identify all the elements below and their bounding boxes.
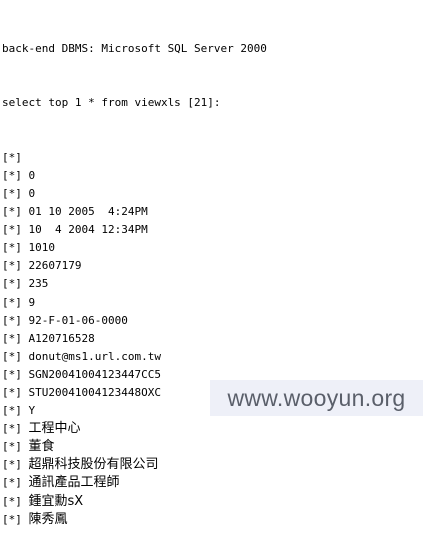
row-prefix: [*] (2, 295, 22, 309)
row-prefix: [*] (2, 331, 22, 345)
row-value: 工程中心 (28, 421, 81, 437)
row-prefix: [*] (2, 168, 22, 182)
row-prefix: [*] (2, 313, 22, 327)
row-prefix: [*] (2, 186, 22, 200)
result-row: [*] 鍾宜勳sX (2, 493, 421, 511)
row-prefix: [*] (2, 440, 22, 454)
row-prefix: [*] (2, 150, 22, 164)
row-value: 1010 (28, 241, 56, 255)
result-row: [*] 董食 (2, 438, 421, 456)
row-value: 22607179 (28, 259, 82, 273)
result-row: [*] 超鼎科技股份有限公司 (2, 456, 421, 474)
row-value: 9 (28, 295, 36, 309)
row-value: 0 (28, 186, 36, 200)
row-value: donut@ms1.url.com.tw (28, 349, 161, 363)
row-value: 陳秀鳳 (28, 511, 68, 527)
row-prefix: [*] (2, 223, 22, 237)
row-prefix: [*] (2, 494, 22, 508)
row-value: 鍾宜勳sX (28, 493, 84, 509)
row-value: A120716528 (28, 331, 95, 345)
row-value: 超鼎科技股份有限公司 (28, 457, 159, 473)
console-output: back-end DBMS: Microsoft SQL Server 2000… (2, 4, 421, 547)
result-row: [*] 0 (2, 185, 421, 203)
result-row: [*] 工程中心 (2, 420, 421, 438)
row-value: 董食 (28, 439, 55, 455)
row-value: Y (28, 404, 36, 418)
row-prefix: [*] (2, 367, 22, 381)
row-prefix: [*] (2, 259, 22, 273)
result-row: [*] 通訊產品工程師 (2, 474, 421, 492)
row-prefix: [*] (2, 422, 22, 436)
row-prefix: [*] (2, 385, 22, 399)
query-line: select top 1 * from viewxls [21]: (2, 96, 221, 110)
result-rows: [*] [*] 0 [*] 0 [*] 01 10 2005 4:24PM [*] 1… (2, 149, 421, 529)
row-value: 10 4 2004 12:34PM (28, 223, 148, 237)
dbms-header-line: back-end DBMS: Microsoft SQL Server 2000 (2, 42, 267, 56)
result-row: [*] 92-F-01-06-0000 (2, 312, 421, 330)
row-prefix: [*] (2, 512, 22, 526)
result-row: [*] 陳秀鳳 (2, 511, 421, 529)
result-row: [*] 10 4 2004 12:34PM (2, 221, 421, 239)
row-value: 01 10 2005 4:24PM (28, 205, 148, 219)
row-prefix: [*] (2, 458, 22, 472)
row-value: 0 (28, 168, 36, 182)
result-row: [*] 01 10 2005 4:24PM (2, 203, 421, 221)
result-row: [*] A120716528 (2, 330, 421, 348)
row-prefix: [*] (2, 476, 22, 490)
result-row: [*] 9 (2, 294, 421, 312)
result-row: [*] 1010 (2, 239, 421, 257)
result-row: [*] donut@ms1.url.com.tw (2, 348, 421, 366)
row-prefix: [*] (2, 277, 22, 291)
row-prefix: [*] (2, 404, 22, 418)
row-value: 通訊產品工程師 (28, 475, 120, 491)
row-value: STU20041004123448OXC (28, 385, 161, 399)
row-value: 92-F-01-06-0000 (28, 313, 128, 327)
row-prefix: [*] (2, 349, 22, 363)
result-row: [*] (2, 149, 421, 167)
row-value: SGN20041004123447CC5 (28, 367, 161, 381)
row-value: 235 (28, 277, 49, 291)
row-prefix: [*] (2, 241, 22, 255)
result-row: [*] 0 (2, 167, 421, 185)
result-row: [*] 235 (2, 275, 421, 293)
row-prefix: [*] (2, 205, 22, 219)
result-row: [*] 22607179 (2, 257, 421, 275)
watermark: www.wooyun.org (210, 380, 423, 416)
